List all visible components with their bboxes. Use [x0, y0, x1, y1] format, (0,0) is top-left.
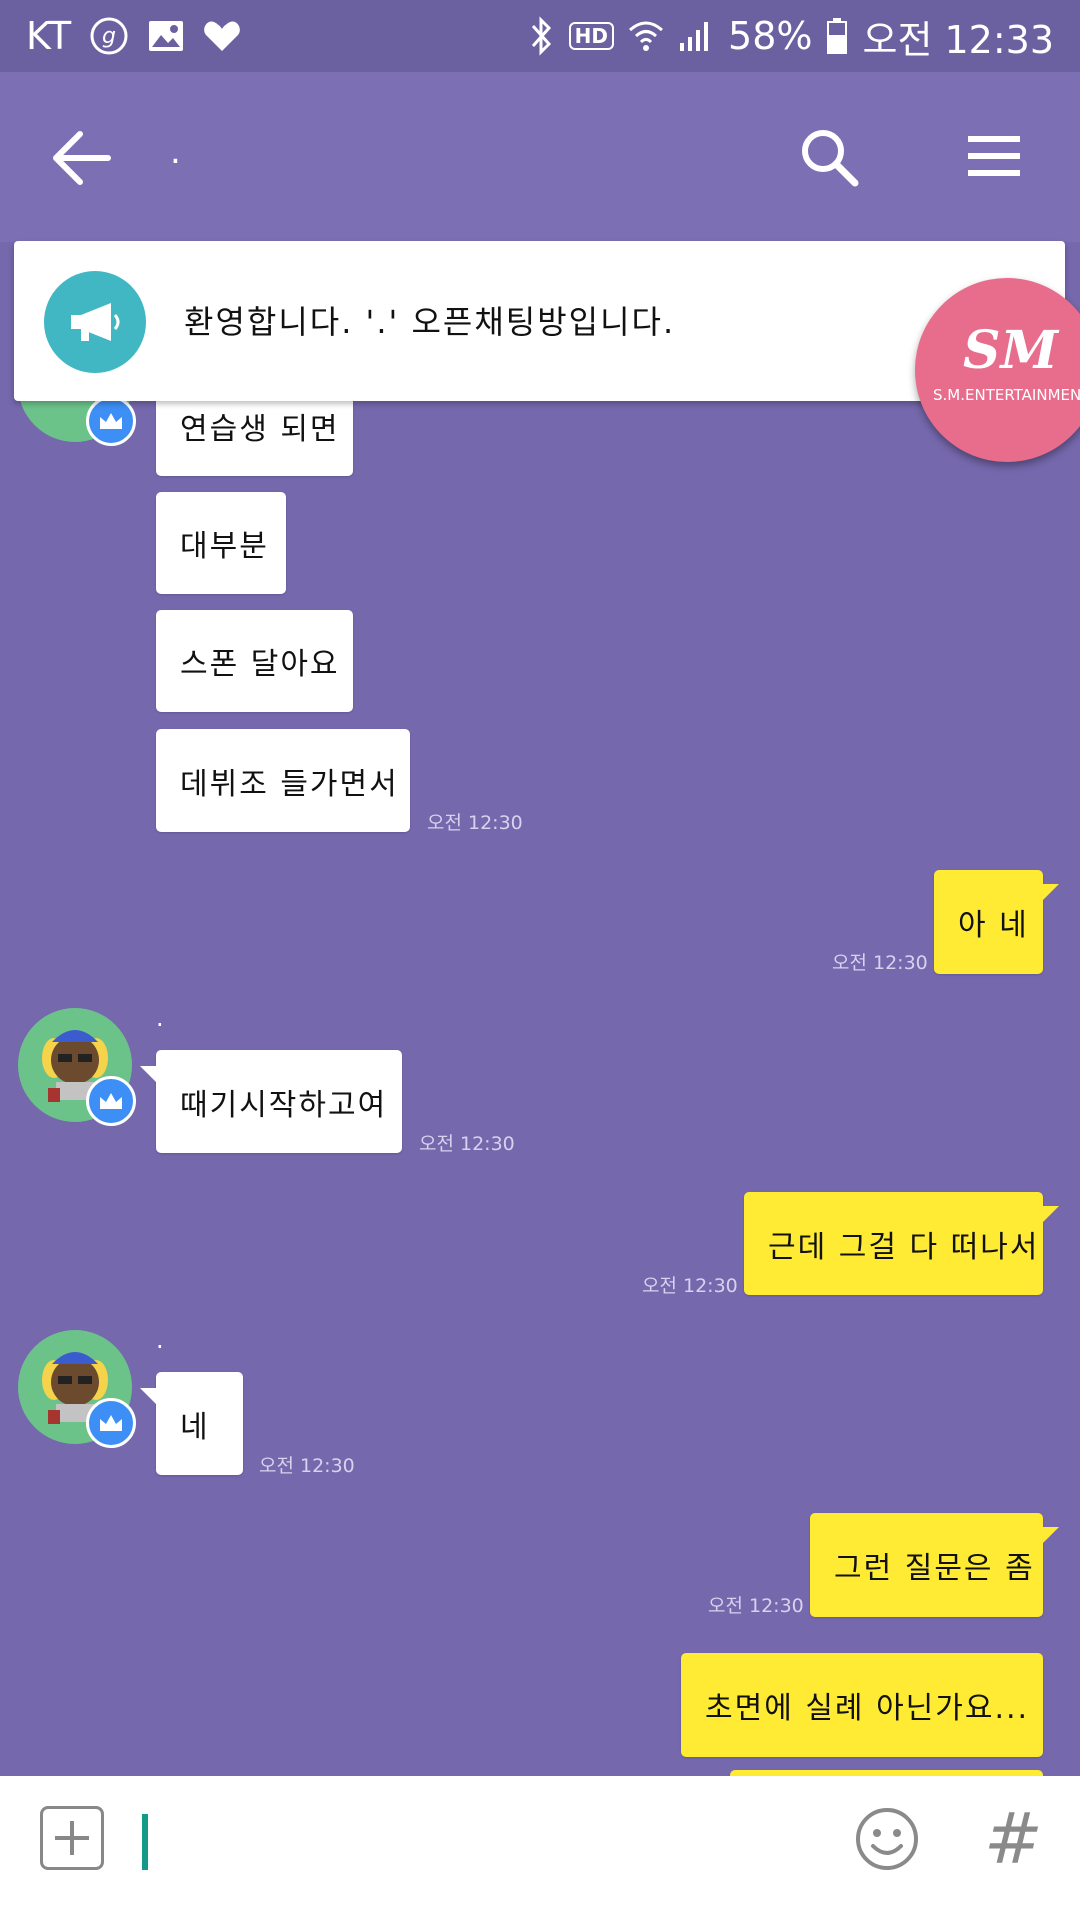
emoji-icon: [856, 1808, 918, 1870]
message-text: 대부분: [180, 529, 269, 564]
my-message-bubble[interactable]: 그런 질문은 좀: [810, 1513, 1059, 1617]
crown-icon: [86, 1398, 136, 1448]
message-time: 오전 12:30: [259, 1455, 355, 1477]
chat-area[interactable]: 연습생 되면 대부분 스폰 달아요 데뷔조 들가면서 오전 12:30 아 네 …: [0, 242, 1080, 1776]
message-time: 오전 12:30: [427, 812, 523, 834]
message-time: 오전 12:30: [642, 1275, 738, 1297]
menu-button[interactable]: [966, 132, 1022, 180]
megaphone-icon: [44, 271, 146, 373]
message-text: 근데 그걸 다 떠나서: [768, 1229, 1040, 1265]
avatar[interactable]: [18, 1008, 136, 1126]
message-bubble[interactable]: 대부분: [156, 492, 286, 594]
my-message-bubble[interactable]: 초면에 실례 아닌가요...: [681, 1653, 1043, 1757]
room-title: .: [170, 132, 181, 172]
avatar[interactable]: [18, 1330, 136, 1448]
message-text: 초면에 실례 아닌가요...: [705, 1691, 1030, 1726]
sm-logo: SM: [963, 320, 1059, 381]
battery-percent: 58%: [728, 14, 813, 58]
message-input-bar: #: [0, 1776, 1080, 1920]
attach-button[interactable]: [40, 1806, 104, 1870]
message-text: 그런 질문은 좀: [834, 1551, 1035, 1586]
message-text: 네: [180, 1409, 210, 1445]
back-arrow-icon: [53, 131, 111, 185]
message-text: 연습생 되면: [180, 412, 340, 447]
g-icon: g: [89, 16, 129, 56]
carrier-label: KT: [26, 14, 72, 58]
message-input[interactable]: [142, 1814, 148, 1870]
hd-voice-icon: HD: [568, 22, 615, 50]
bluetooth-icon: [527, 16, 555, 56]
search-button[interactable]: [798, 126, 860, 188]
message-bubble[interactable]: 네: [140, 1372, 243, 1475]
message-text: 때기시작하고여: [180, 1087, 388, 1123]
message-bubble[interactable]: 데뷔조 들가면서: [156, 729, 410, 832]
chat-header: .: [0, 72, 1080, 242]
my-message-bubble[interactable]: 근데 그걸 다 떠나서: [744, 1192, 1059, 1295]
search-icon: [802, 130, 859, 187]
message-time: 오전 12:30: [419, 1133, 515, 1155]
message-text: 스폰 달아요: [180, 647, 340, 682]
message-bubble[interactable]: 스폰 달아요: [156, 610, 353, 712]
clock: 오전 12:33: [862, 17, 1054, 62]
menu-icon: [968, 136, 1020, 176]
notice-banner[interactable]: 환영합니다. '.' 오픈채팅방입니다.: [14, 241, 1065, 401]
battery-icon: [826, 17, 848, 55]
sm-subtitle: S.M.ENTERTAINMENT: [933, 386, 1080, 404]
status-bar: KT g HD 58% 오전 12:33: [0, 0, 1080, 72]
my-message-bubble[interactable]: 아 네: [934, 870, 1059, 974]
message-time: 오전 12:30: [708, 1595, 804, 1617]
hashtag-button[interactable]: #: [984, 1798, 1043, 1880]
notice-text: 환영합니다. '.' 오픈채팅방입니다.: [184, 303, 676, 341]
signal-icon: [678, 19, 714, 53]
message-time: 오전 12:30: [832, 952, 928, 974]
heart-icon: [203, 19, 241, 53]
message-bubble[interactable]: 때기시작하고여: [140, 1050, 402, 1153]
emoji-button[interactable]: [854, 1806, 920, 1872]
crown-icon: [86, 396, 136, 446]
message-text: 데뷔조 들가면서: [180, 766, 399, 802]
back-button[interactable]: [52, 130, 112, 186]
crown-icon: [86, 1076, 136, 1126]
sender-name: .: [156, 1004, 164, 1032]
sender-name: .: [156, 1326, 164, 1354]
svg-text:g: g: [102, 24, 116, 49]
gallery-icon: [147, 19, 185, 53]
plus-icon: [55, 1821, 89, 1855]
message-text: 아 네: [958, 908, 1029, 943]
wifi-icon: [628, 18, 664, 54]
